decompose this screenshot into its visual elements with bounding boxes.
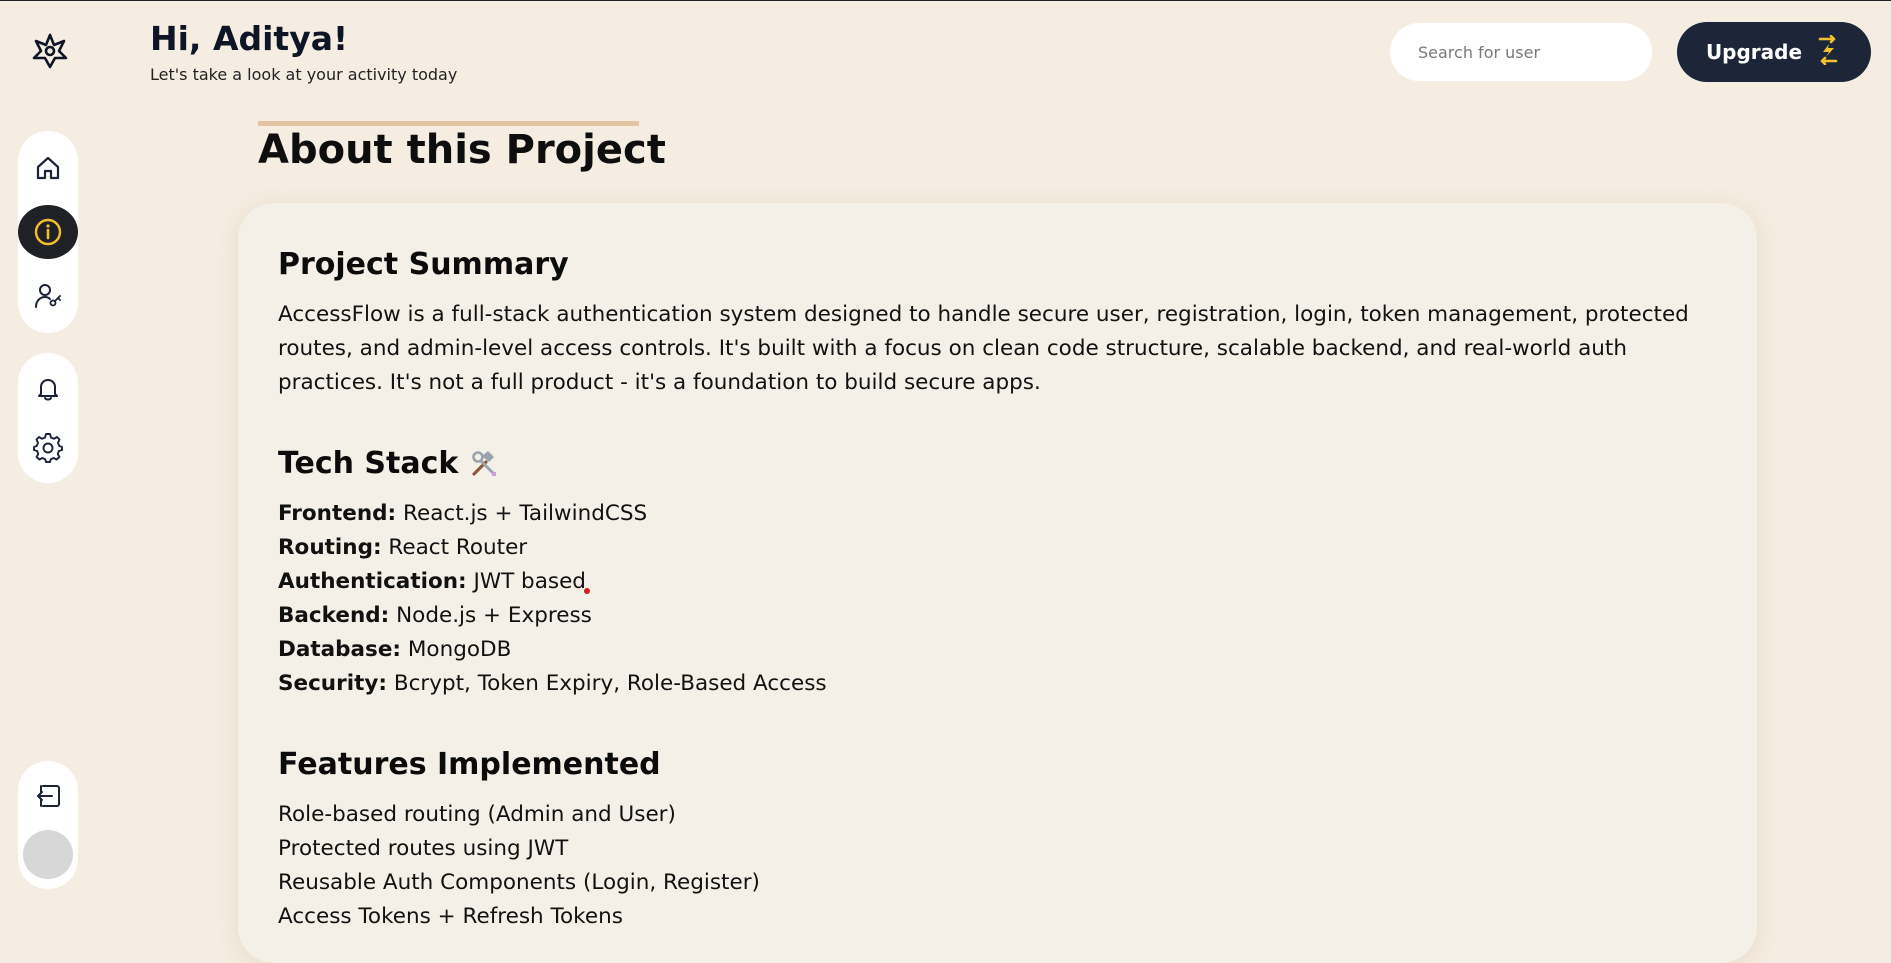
summary-text: AccessFlow is a full-stack authenticatio… [278,302,1689,395]
tech-label: Authentication: [278,569,467,594]
tech-value: React.js + TailwindCSS [403,501,648,526]
greeting-title: Hi, Aditya! [150,19,349,58]
logout-button[interactable] [18,771,78,820]
features-heading: Features Implemented [278,747,661,782]
tech-stack-item: Security: Bcrypt, Token Expiry, Role-Bas… [278,667,1717,701]
home-icon [36,156,60,180]
tech-stack-item: Frontend: React.js + TailwindCSS [278,497,1717,531]
bell-icon [38,379,58,401]
tech-stack-item: Backend: Node.js + Express [278,599,1717,633]
tech-label: Frontend: [278,501,397,526]
features-list: Role-based routing (Admin and User) Prot… [278,798,1717,934]
settings-icon [33,433,63,463]
nav-user-access[interactable] [18,269,78,323]
tech-label: Routing: [278,535,382,560]
tech-label: Database: [278,637,402,662]
nav-home[interactable] [18,141,78,195]
cursor-dot [584,588,590,594]
tech-label: Backend: [278,603,390,628]
summary-heading: Project Summary [278,247,569,282]
feature-item: Role-based routing (Admin and User) [278,802,676,827]
page-title: About this Project [258,127,666,173]
tech-stack-list: Frontend: React.js + TailwindCSS Routing… [278,497,1717,701]
upgrade-icon [1814,34,1842,70]
logout-icon [37,784,60,807]
search-input[interactable] [1390,23,1652,81]
tech-value: Node.js + Express [396,603,592,628]
tech-stack-item: Database: MongoDB [278,633,1717,667]
tech-stack-item: Routing: React Router [278,531,1717,565]
upgrade-button[interactable]: Upgrade [1677,22,1871,82]
tech-value: Bcrypt, Token Expiry, Role-Based Access [393,671,827,696]
nav-about[interactable] [18,205,78,259]
sidebar-secondary-nav [18,353,78,483]
tech-value: MongoDB [407,637,512,662]
tech-value: JWT based [473,569,586,594]
tech-value: React Router [388,535,528,560]
about-card: Project Summary AccessFlow is a full-sta… [238,203,1757,963]
tech-label: Security: [278,671,387,696]
greeting-subtitle: Let's take a look at your activity today [150,65,458,84]
sidebar-bottom [18,761,78,889]
feature-item: Access Tokens + Refresh Tokens [278,904,623,929]
feature-item: Protected routes using JWT [278,836,569,861]
feature-item: Reusable Auth Components (Login, Registe… [278,870,760,895]
user-key-icon [35,284,61,308]
tech-stack-heading-text: Tech Stack [278,446,459,481]
tech-stack-item: Authentication: JWT based [278,565,1717,599]
app-logo-icon[interactable] [30,31,70,71]
info-icon [34,218,62,246]
upgrade-label: Upgrade [1705,40,1803,64]
avatar[interactable] [23,830,73,879]
nav-notifications[interactable] [18,363,78,413]
sidebar-main-nav [18,131,78,333]
tech-stack-heading: Tech Stack [278,446,1717,481]
hammer-wrench-icon [472,450,497,476]
title-accent-bar [258,121,639,126]
nav-settings[interactable] [18,423,78,473]
